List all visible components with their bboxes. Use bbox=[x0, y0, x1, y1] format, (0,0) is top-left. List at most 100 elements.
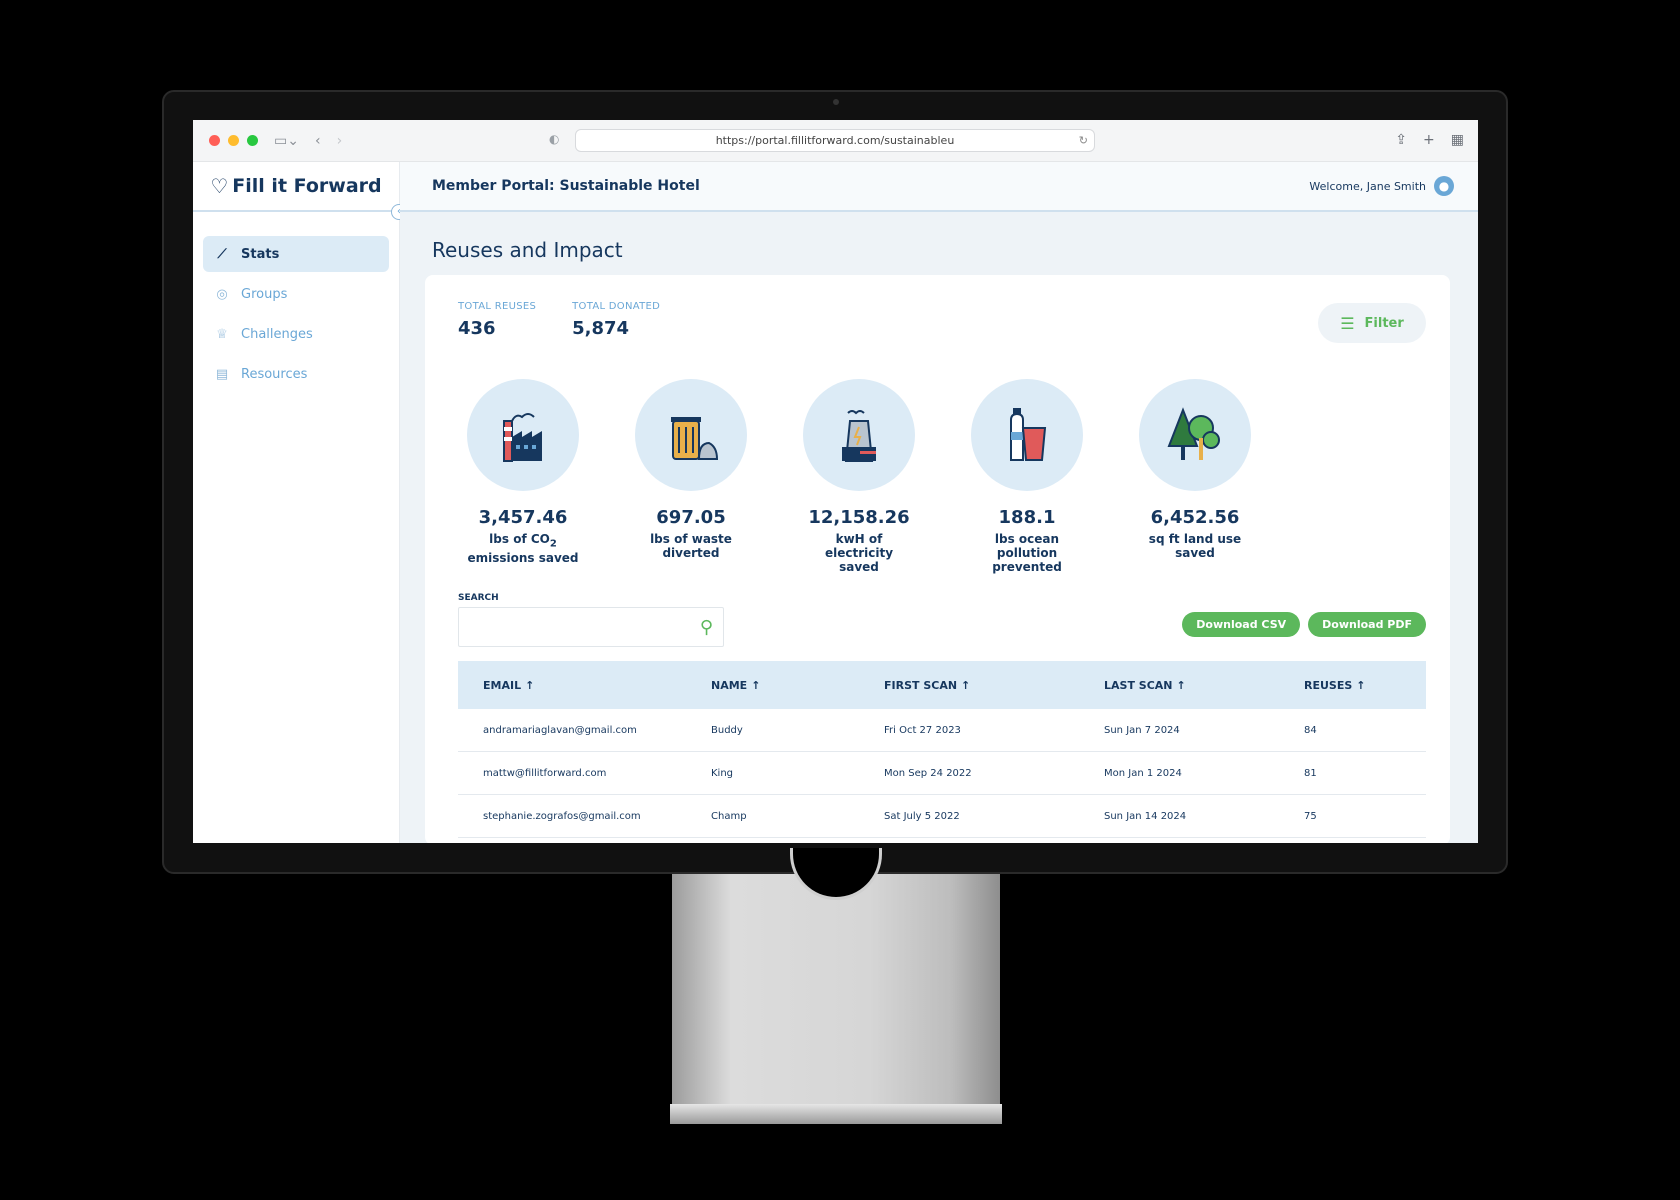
address-bar[interactable]: https://portal.fillitforward.com/sustain… bbox=[575, 129, 1095, 152]
logo-text: Fill it Forward bbox=[232, 175, 382, 197]
monitor-stand bbox=[672, 874, 1000, 1120]
impact-label-line2: prevented bbox=[992, 560, 1062, 574]
cell-first-scan: Fri Oct 27 2023 bbox=[884, 724, 961, 736]
trophy-icon: ♕ bbox=[216, 326, 228, 342]
browser-actions: ⇪ + ▦ bbox=[1395, 132, 1464, 148]
impact-label-line1: lbs of CO bbox=[489, 532, 550, 546]
window-controls bbox=[209, 135, 258, 146]
new-tab-icon[interactable]: + bbox=[1423, 132, 1435, 148]
cell-name: Buddy bbox=[711, 724, 743, 736]
impact-waste: 697.05 lbs of waste diverted bbox=[635, 379, 747, 574]
impact-land: 6,452.56 sq ft land use saved bbox=[1139, 379, 1251, 574]
column-header-label: EMAIL bbox=[483, 678, 522, 692]
impact-label-subscript: 2 bbox=[549, 538, 557, 550]
camera bbox=[833, 99, 839, 105]
sidebar-item-groups[interactable]: ◎ Groups bbox=[203, 276, 389, 312]
impact-value: 3,457.46 bbox=[478, 507, 568, 528]
total-reuses-value: 436 bbox=[458, 318, 496, 339]
cell-email: andramariaglavan@gmail.com bbox=[483, 724, 637, 736]
tab-overview-icon[interactable]: ▦ bbox=[1451, 132, 1464, 148]
impact-icon-circle bbox=[1139, 379, 1251, 491]
sidebar-item-resources[interactable]: ▤ Resources bbox=[203, 356, 389, 392]
maximize-window-button[interactable] bbox=[247, 135, 258, 146]
impact-label: lbs ocean pollution prevented bbox=[971, 532, 1083, 574]
impact-label-line1: sq ft land use bbox=[1148, 532, 1242, 546]
user-menu[interactable]: Welcome, Jane Smith ● bbox=[1309, 176, 1454, 196]
avatar-icon[interactable]: ● bbox=[1434, 176, 1454, 196]
impact-value: 6,452.56 bbox=[1150, 507, 1240, 528]
column-header-label: LAST SCAN bbox=[1104, 678, 1173, 692]
sort-arrow-icon: ↑ bbox=[1176, 678, 1186, 692]
sidebar-item-challenges[interactable]: ♕ Challenges bbox=[203, 316, 389, 352]
cell-last-scan: Mon Jan 1 2024 bbox=[1104, 767, 1182, 779]
top-bar: Member Portal: Sustainable Hotel Welcome… bbox=[400, 162, 1478, 212]
sort-arrow-icon: ↑ bbox=[1356, 678, 1366, 692]
trash-bin-icon bbox=[671, 417, 719, 460]
document-icon: ▤ bbox=[215, 366, 229, 382]
filter-button[interactable]: ☰ Filter bbox=[1318, 303, 1426, 343]
reload-icon[interactable]: ↻ bbox=[1079, 130, 1088, 151]
impact-label: lbs of CO2 emissions saved bbox=[467, 532, 579, 565]
sliders-icon: ☰ bbox=[1340, 313, 1355, 333]
impact-label-line2: diverted bbox=[662, 546, 720, 560]
total-donated-label: TOTAL DONATED bbox=[572, 301, 661, 312]
logo[interactable]: ♡ Fill it Forward bbox=[193, 162, 399, 212]
sidebar-toggle-icon[interactable]: ▭⌄ bbox=[274, 133, 299, 149]
privacy-shield-icon[interactable]: ◐ bbox=[549, 132, 559, 146]
bottle-cup-icon bbox=[1010, 408, 1047, 461]
impact-label-line1: kwH of electricity bbox=[824, 532, 894, 560]
impact-icon-circle bbox=[803, 379, 915, 491]
chart-line-icon: ⟋ bbox=[217, 246, 227, 262]
download-pdf-button[interactable]: Download PDF bbox=[1308, 612, 1426, 637]
cell-last-scan: Sun Jan 14 2024 bbox=[1104, 810, 1187, 822]
impact-value: 697.05 bbox=[656, 507, 726, 528]
impact-label: sq ft land use saved bbox=[1139, 532, 1251, 560]
download-buttons: Download CSV Download PDF bbox=[1182, 612, 1426, 637]
cell-first-scan: Mon Sep 24 2022 bbox=[884, 767, 972, 779]
sidebar-item-stats[interactable]: ⟋ Stats bbox=[203, 236, 389, 272]
search-icon[interactable]: ⚲ bbox=[700, 617, 713, 638]
heart-logo-icon: ♡ bbox=[210, 174, 229, 198]
impact-label: lbs of waste diverted bbox=[635, 532, 747, 560]
column-header-label: NAME bbox=[711, 678, 748, 692]
column-header-name[interactable]: NAME ↑ bbox=[711, 679, 884, 692]
column-header-last-scan[interactable]: LAST SCAN ↑ bbox=[1104, 679, 1304, 692]
total-donated: TOTAL DONATED 5,874 bbox=[572, 301, 660, 339]
sidebar-item-label: Groups bbox=[241, 286, 288, 302]
impact-value: 12,158.26 bbox=[808, 507, 910, 528]
app: ♡ Fill it Forward ‹ ⟋ Stats ◎ Groups ♕ C… bbox=[193, 162, 1478, 843]
download-csv-button[interactable]: Download CSV bbox=[1182, 612, 1301, 637]
table-row[interactable]: stephanie.zografos@gmail.com Champ Sat J… bbox=[458, 795, 1426, 838]
share-icon[interactable]: ⇪ bbox=[1395, 132, 1407, 148]
table-row[interactable]: andramariaglavan@gmail.com Buddy Fri Oct… bbox=[458, 709, 1426, 752]
screen: ▭⌄ ‹ › ◐ https://portal.fillitforward.co… bbox=[193, 120, 1478, 843]
search-input[interactable] bbox=[467, 608, 687, 646]
column-header-email[interactable]: EMAIL ↑ bbox=[458, 679, 711, 692]
back-icon[interactable]: ‹ bbox=[315, 133, 321, 149]
forward-icon[interactable]: › bbox=[337, 133, 343, 149]
cell-first-scan: Sat July 5 2022 bbox=[884, 810, 960, 822]
sidebar-nav: ⟋ Stats ◎ Groups ♕ Challenges ▤ Resource… bbox=[193, 212, 399, 420]
column-header-reuses[interactable]: REUSES ↑ bbox=[1304, 679, 1426, 692]
cell-last-scan: Sun Jan 7 2024 bbox=[1104, 724, 1180, 736]
cell-name: King bbox=[711, 767, 734, 779]
column-header-label: FIRST SCAN bbox=[884, 678, 958, 692]
impact-icon-circle bbox=[467, 379, 579, 491]
close-window-button[interactable] bbox=[209, 135, 220, 146]
cell-email: stephanie.zografos@gmail.com bbox=[483, 810, 641, 822]
sidebar: ♡ Fill it Forward ‹ ⟋ Stats ◎ Groups ♕ C… bbox=[193, 162, 407, 843]
total-reuses: TOTAL REUSES 436 bbox=[458, 301, 536, 339]
members-table: EMAIL ↑ NAME ↑ FIRST SCAN ↑ LAST SCAN ↑ REUS… bbox=[458, 661, 1426, 838]
minimize-window-button[interactable] bbox=[228, 135, 239, 146]
impact-label-line2: emissions saved bbox=[467, 551, 579, 566]
impact-label-line1: lbs of waste bbox=[650, 532, 732, 546]
portal-title: Member Portal: Sustainable Hotel bbox=[432, 178, 700, 194]
cell-reuses: 84 bbox=[1304, 724, 1317, 736]
trees-icon bbox=[1167, 407, 1220, 460]
sidebar-item-label: Challenges bbox=[241, 326, 313, 342]
table-row[interactable]: mattw@fillitforward.com King Mon Sep 24 … bbox=[458, 752, 1426, 795]
sort-arrow-icon: ↑ bbox=[751, 678, 761, 692]
column-header-first-scan[interactable]: FIRST SCAN ↑ bbox=[884, 679, 1104, 692]
impact-ocean: 188.1 lbs ocean pollution prevented bbox=[971, 379, 1083, 574]
page-title: Reuses and Impact bbox=[432, 238, 623, 262]
